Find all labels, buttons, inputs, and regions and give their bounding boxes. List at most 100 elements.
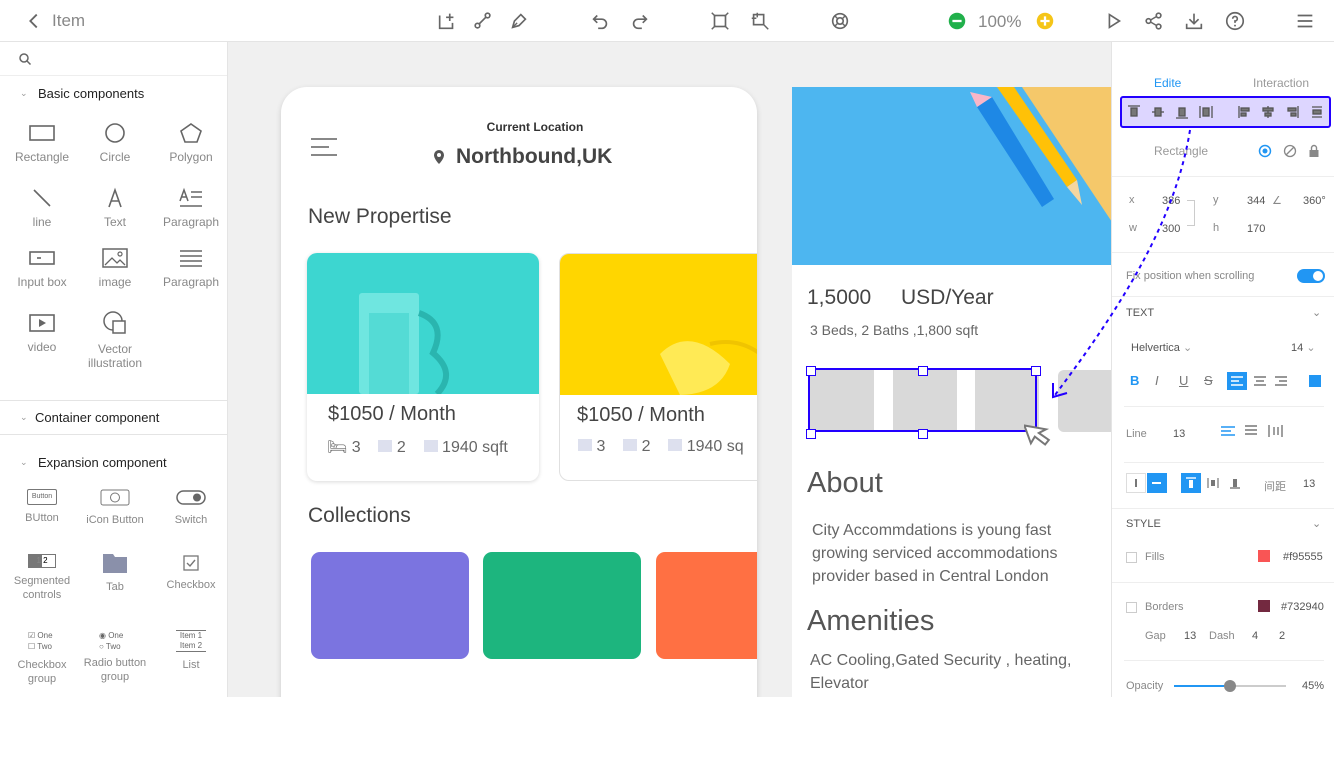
add-frame-icon[interactable]	[435, 9, 459, 33]
collection-tile[interactable]	[483, 552, 641, 659]
line-height-value[interactable]: 13	[1173, 428, 1185, 440]
properties-panel: Edite Interaction Rectangle x 386 y 344 …	[1111, 42, 1334, 697]
alignment-toolbar[interactable]	[1120, 96, 1331, 128]
menu-icon[interactable]	[1293, 9, 1317, 33]
paragraph-spacing-icon[interactable]	[1242, 423, 1260, 439]
component-polygon[interactable]: Polygon	[153, 122, 227, 164]
component-checkbox-group[interactable]: ☑ One ☐ Two Checkbox group	[4, 630, 80, 686]
borders-checkbox[interactable]	[1126, 602, 1137, 613]
italic-button[interactable]: I	[1155, 373, 1159, 388]
font-family-select[interactable]: Helvertica ⌄	[1131, 341, 1192, 354]
gap-value[interactable]: 13	[1184, 630, 1196, 642]
pen-tool-icon[interactable]	[507, 9, 531, 33]
component-text[interactable]: Text	[77, 187, 153, 229]
component-input-box[interactable]: Input box	[4, 247, 80, 289]
search-bar[interactable]	[0, 42, 227, 76]
align-right-icon[interactable]	[1271, 372, 1291, 390]
download-icon[interactable]	[1182, 9, 1206, 33]
path-tool-icon[interactable]	[471, 9, 495, 33]
collapse-text-icon[interactable]: ⌄	[1312, 306, 1321, 319]
fills-color-swatch[interactable]	[1258, 550, 1270, 562]
fit-frame-icon[interactable]	[708, 9, 732, 33]
component-button[interactable]: Button BUtton	[4, 489, 80, 525]
component-video[interactable]: video	[4, 312, 80, 354]
search-input[interactable]	[38, 50, 218, 68]
component-checkbox[interactable]: Checkbox	[153, 554, 227, 592]
back-chevron-icon[interactable]	[22, 9, 46, 33]
component-list[interactable]: Item 1 Item 2 List	[153, 630, 227, 672]
vertical-top-button[interactable]	[1126, 473, 1146, 493]
align-center-icon[interactable]	[1250, 372, 1270, 390]
h-value[interactable]: 170	[1247, 223, 1265, 235]
checkbox-icon	[183, 555, 199, 571]
align-bottom-icon[interactable]	[1225, 473, 1245, 493]
phone-frame-detail[interactable]: 1,5000 USD/Year 3 Beds, 2 Baths ,1,800 s…	[792, 87, 1111, 697]
tab-interaction[interactable]: Interaction	[1253, 76, 1309, 90]
borders-color-swatch[interactable]	[1258, 600, 1270, 612]
align-middle-icon[interactable]	[1203, 473, 1223, 493]
redo-icon[interactable]	[628, 9, 652, 33]
collection-tile[interactable]	[656, 552, 757, 659]
disable-icon[interactable]	[1283, 144, 1297, 158]
bold-button[interactable]: B	[1130, 373, 1139, 388]
visibility-icon[interactable]	[1258, 144, 1272, 158]
y-value[interactable]: 344	[1247, 195, 1265, 207]
area-size: 1940 sqft	[442, 439, 508, 456]
tab-icon	[103, 554, 127, 573]
vertical-middle-button[interactable]	[1147, 473, 1167, 493]
text-color-swatch[interactable]	[1309, 375, 1321, 387]
dash-value-2[interactable]: 2	[1279, 630, 1285, 642]
property-card[interactable]: $1050 / Month 🛏︎ 3 2 1940 sqft	[307, 253, 539, 481]
hamburger-icon[interactable]	[311, 137, 337, 157]
component-image[interactable]: image	[77, 247, 153, 289]
component-circle[interactable]: Circle	[77, 122, 153, 164]
zoom-in-icon[interactable]	[1033, 9, 1057, 33]
components-panel: ⌄ Basic components Rectangle Circle Polyg…	[0, 42, 228, 697]
spacing-value[interactable]: 13	[1303, 478, 1315, 490]
component-segmented-controls[interactable]: 1 2 Segmented controls	[4, 554, 80, 602]
selection-box[interactable]	[808, 368, 1037, 432]
x-value[interactable]: 386	[1162, 195, 1180, 207]
align-top-button[interactable]	[1181, 473, 1201, 493]
collapse-style-icon[interactable]: ⌄	[1312, 517, 1321, 530]
opacity-value[interactable]: 45%	[1302, 680, 1324, 692]
share-icon[interactable]	[1142, 9, 1166, 33]
font-size-select[interactable]: 14 ⌄	[1291, 341, 1316, 354]
phone-frame-home[interactable]: Current Location Northbound,UK New Prope…	[281, 87, 757, 697]
help-icon[interactable]	[1223, 9, 1247, 33]
design-canvas[interactable]: Current Location Northbound,UK New Prope…	[228, 42, 1111, 697]
preview-target-icon[interactable]	[828, 9, 852, 33]
gallery-thumb[interactable]	[1058, 370, 1111, 432]
component-radio-group[interactable]: ◉ One ○ Two Radio button group	[77, 630, 153, 684]
component-paragraph-list[interactable]: Paragraph	[153, 247, 227, 289]
line-spacing-icon[interactable]	[1219, 423, 1237, 439]
strikethrough-button[interactable]: S	[1204, 373, 1213, 388]
fills-hex[interactable]: #f95555	[1283, 551, 1323, 563]
fix-position-toggle[interactable]	[1297, 269, 1325, 283]
collection-tile[interactable]	[311, 552, 469, 659]
dash-value-1[interactable]: 4	[1252, 630, 1258, 642]
play-icon[interactable]	[1102, 9, 1126, 33]
w-value[interactable]: 300	[1162, 223, 1180, 235]
underline-button[interactable]: U	[1179, 373, 1188, 388]
property-card[interactable]: $1050 / Month 3 2 1940 sq	[559, 253, 757, 481]
opacity-slider-track[interactable]	[1174, 680, 1286, 692]
component-vector-illustration[interactable]: Vector illustration	[77, 310, 153, 370]
component-switch[interactable]: Switch	[153, 489, 227, 527]
zoom-out-icon[interactable]	[945, 9, 969, 33]
fills-checkbox[interactable]	[1126, 552, 1137, 563]
borders-hex[interactable]: #732940	[1281, 601, 1324, 613]
align-left-button[interactable]	[1227, 372, 1247, 390]
component-rectangle[interactable]: Rectangle	[4, 122, 80, 164]
constrain-proportions-icon[interactable]	[1187, 200, 1195, 226]
component-line[interactable]: line	[4, 187, 80, 229]
rotation-value[interactable]: 360°	[1303, 195, 1326, 207]
component-paragraph[interactable]: Paragraph	[153, 187, 227, 229]
lock-icon[interactable]	[1308, 144, 1320, 158]
undo-icon[interactable]	[588, 9, 612, 33]
component-icon-button[interactable]: iCon Button	[77, 489, 153, 527]
component-tab[interactable]: Tab	[77, 552, 153, 594]
letter-spacing-icon[interactable]	[1266, 423, 1284, 439]
resize-frame-icon[interactable]	[748, 9, 772, 33]
tab-edit[interactable]: Edite	[1154, 76, 1181, 90]
